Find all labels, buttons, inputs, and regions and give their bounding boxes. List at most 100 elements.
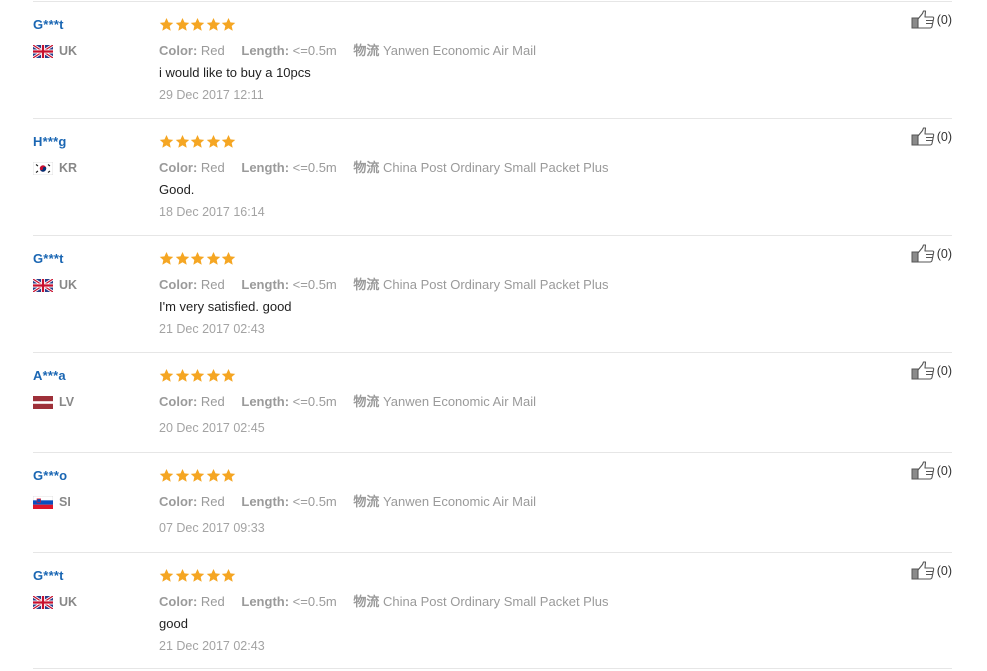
helpful-button[interactable]: (0) xyxy=(911,127,952,146)
color-value: Red xyxy=(200,277,225,292)
rating-stars xyxy=(159,368,237,383)
helpful-count: (0) xyxy=(936,246,952,261)
length-value: <=0.5m xyxy=(292,160,337,175)
order-info: Color: Red Length: <=0.5m 物流 Yanwen Econ… xyxy=(159,40,549,59)
rating-stars xyxy=(159,17,237,32)
color-value: Red xyxy=(200,594,225,609)
helpful-count: (0) xyxy=(936,563,952,578)
divider xyxy=(33,352,952,353)
length-label: Length: xyxy=(241,43,290,58)
shipping-value: China Post Ordinary Small Packet Plus xyxy=(383,277,609,292)
star-icon xyxy=(206,251,221,266)
helpful-count: (0) xyxy=(936,463,952,478)
buyer-name[interactable]: G***o xyxy=(33,468,67,483)
length-value: <=0.5m xyxy=(292,594,337,609)
lv-flag-icon xyxy=(33,395,53,409)
divider xyxy=(33,1,952,2)
star-icon xyxy=(175,468,190,483)
star-icon xyxy=(206,17,221,32)
star-icon xyxy=(190,134,205,149)
star-icon xyxy=(159,468,174,483)
rating-stars xyxy=(159,468,237,483)
review-text: I'm very satisfied. good xyxy=(159,299,292,314)
uk-flag-icon xyxy=(33,595,53,609)
buyer-country: SI xyxy=(33,495,71,509)
star-icon xyxy=(159,368,174,383)
star-icon xyxy=(159,17,174,32)
buyer-name[interactable]: A***a xyxy=(33,368,66,383)
thumbs-up-icon xyxy=(911,10,935,29)
star-icon xyxy=(221,251,236,266)
length-value: <=0.5m xyxy=(292,494,337,509)
color-value: Red xyxy=(200,394,225,409)
color-label: Color: xyxy=(159,160,198,175)
uk-flag-icon xyxy=(33,278,53,292)
helpful-button[interactable]: (0) xyxy=(911,361,952,380)
shipping-label: 物流 xyxy=(353,277,380,292)
country-code: KR xyxy=(59,161,78,175)
thumbs-up-icon xyxy=(911,561,935,580)
length-value: <=0.5m xyxy=(292,277,337,292)
review-text: Good. xyxy=(159,182,195,197)
review-date: 21 Dec 2017 02:43 xyxy=(159,322,265,336)
star-icon xyxy=(190,251,205,266)
length-value: <=0.5m xyxy=(292,394,337,409)
rating-stars xyxy=(159,251,237,266)
star-icon xyxy=(206,368,221,383)
order-info: Color: Red Length: <=0.5m 物流 China Post … xyxy=(159,591,621,610)
order-info: Color: Red Length: <=0.5m 物流 Yanwen Econ… xyxy=(159,391,549,410)
thumbs-up-icon xyxy=(911,361,935,380)
buyer-name[interactable]: G***t xyxy=(33,251,64,266)
color-label: Color: xyxy=(159,43,198,58)
helpful-button[interactable]: (0) xyxy=(911,461,952,480)
star-icon xyxy=(190,468,205,483)
helpful-button[interactable]: (0) xyxy=(911,10,952,29)
helpful-button[interactable]: (0) xyxy=(911,244,952,263)
review-date: 07 Dec 2017 09:33 xyxy=(159,521,265,535)
shipping-label: 物流 xyxy=(353,43,380,58)
review-text: good xyxy=(159,616,188,631)
shipping-value: Yanwen Economic Air Mail xyxy=(383,494,536,509)
color-label: Color: xyxy=(159,277,198,292)
shipping-value: Yanwen Economic Air Mail xyxy=(383,43,536,58)
star-icon xyxy=(221,568,236,583)
review-date: 18 Dec 2017 16:14 xyxy=(159,205,265,219)
star-icon xyxy=(221,468,236,483)
star-icon xyxy=(206,568,221,583)
helpful-count: (0) xyxy=(936,12,952,27)
country-code: SI xyxy=(59,495,71,509)
buyer-name[interactable]: H***g xyxy=(33,134,67,149)
star-icon xyxy=(221,17,236,32)
buyer-name[interactable]: G***t xyxy=(33,568,64,583)
length-label: Length: xyxy=(241,494,290,509)
length-label: Length: xyxy=(241,160,290,175)
color-label: Color: xyxy=(159,494,198,509)
rating-stars xyxy=(159,134,237,149)
divider xyxy=(33,235,952,236)
shipping-label: 物流 xyxy=(353,394,380,409)
review-text: i would like to buy a 10pcs xyxy=(159,65,311,80)
review-date: 20 Dec 2017 02:45 xyxy=(159,421,265,435)
kr-flag-icon xyxy=(33,161,53,175)
star-icon xyxy=(159,568,174,583)
review-date: 21 Dec 2017 02:43 xyxy=(159,639,265,653)
star-icon xyxy=(175,368,190,383)
helpful-button[interactable]: (0) xyxy=(911,561,952,580)
thumbs-up-icon xyxy=(911,244,935,263)
star-icon xyxy=(190,17,205,32)
star-icon xyxy=(159,134,174,149)
buyer-country: UK xyxy=(33,278,77,292)
review-date: 29 Dec 2017 12:11 xyxy=(159,88,264,102)
buyer-name[interactable]: G***t xyxy=(33,17,64,32)
country-code: UK xyxy=(59,595,78,609)
shipping-label: 物流 xyxy=(353,494,380,509)
divider xyxy=(33,552,952,553)
shipping-value: China Post Ordinary Small Packet Plus xyxy=(383,594,609,609)
star-icon xyxy=(221,368,236,383)
color-label: Color: xyxy=(159,594,198,609)
divider xyxy=(33,668,952,669)
country-code: UK xyxy=(59,44,78,58)
color-label: Color: xyxy=(159,394,198,409)
rating-stars xyxy=(159,568,237,583)
divider xyxy=(33,118,952,119)
